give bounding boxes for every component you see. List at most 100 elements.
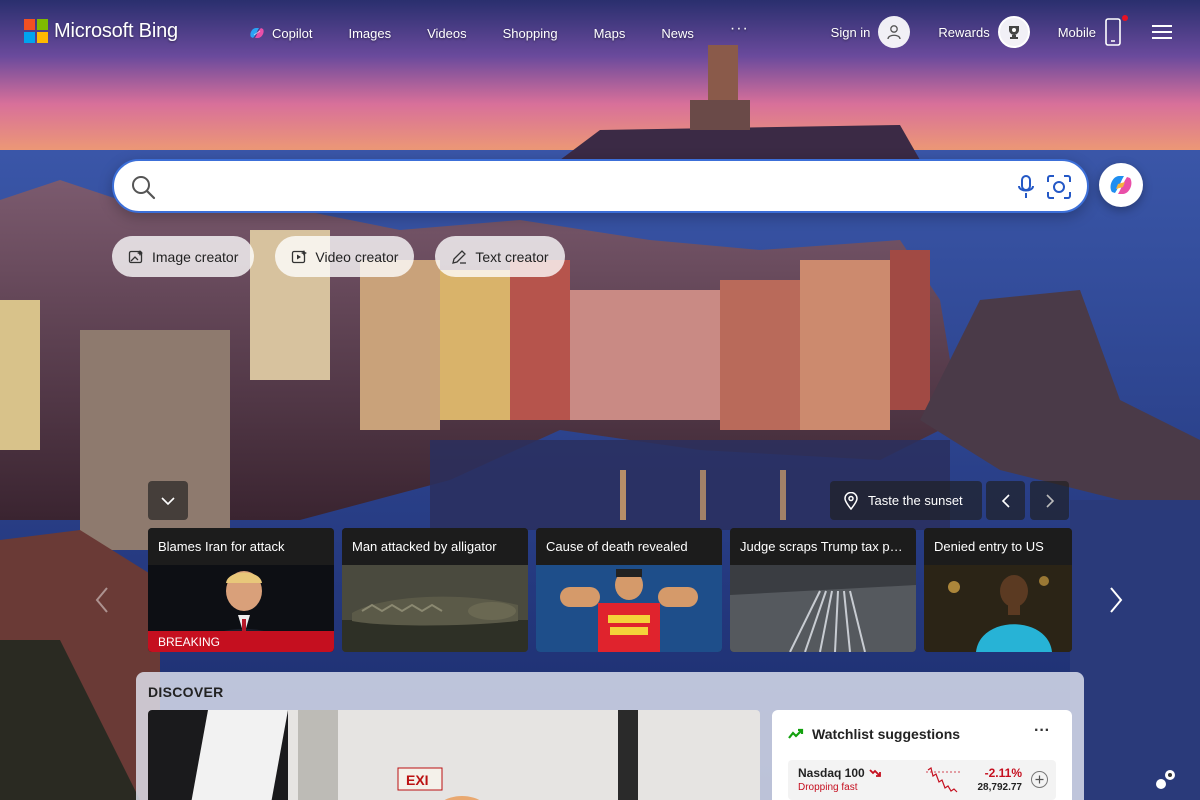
logo-square-blue (24, 32, 35, 43)
discover-hero-image: EXI (148, 710, 760, 800)
top-bar: Microsoft Bing Copilot Images Videos Sho… (0, 0, 1200, 66)
header-actions: Sign in Rewards Mobile (803, 15, 1172, 48)
user-avatar-icon (878, 16, 911, 48)
sign-in-label: Sign in (830, 24, 871, 40)
mobile-button[interactable]: Mobile (1057, 15, 1128, 47)
video-creator-icon (292, 249, 308, 263)
microsoft-logo-icon (24, 19, 48, 43)
stock-sparkline (926, 767, 962, 793)
stock-value: 28,792.77 (977, 782, 1023, 793)
chevron-right-icon (1045, 493, 1054, 508)
nav-shopping[interactable]: Shopping (503, 26, 558, 41)
news-card-image (536, 565, 722, 652)
news-card[interactable]: Blames Iran for attack BREAKING (148, 528, 334, 652)
watchlist-more-button[interactable]: ··· (1034, 722, 1050, 740)
logo-square-red (24, 19, 35, 30)
discover-heading: DISCOVER (148, 684, 224, 700)
watchlist-row[interactable]: Nasdaq 100 Dropping fast -2.11% 28,792.7… (788, 760, 1056, 800)
rewards-label: Rewards (938, 24, 990, 40)
menu-button[interactable] (1152, 24, 1172, 40)
hamburger-menu-icon (1152, 25, 1172, 39)
copilot-logo-icon (1110, 176, 1132, 194)
watchlist-card: Watchlist suggestions ··· Nasdaq 100 Dro… (772, 710, 1072, 800)
bing-logo[interactable]: Microsoft Bing (24, 19, 178, 43)
next-image-button[interactable] (1030, 481, 1069, 520)
news-card[interactable]: Judge scraps Trump tax po... (730, 528, 916, 652)
chevron-left-icon (95, 587, 108, 613)
text-creator-icon (452, 249, 467, 264)
add-to-watchlist-button[interactable] (1031, 771, 1048, 788)
news-card-title: Blames Iran for attack (148, 528, 334, 565)
image-location-label: Taste the sunset (868, 493, 963, 508)
visual-search-icon[interactable] (1045, 173, 1073, 206)
image-creator-icon (128, 249, 143, 263)
nav-copilot[interactable]: Copilot (248, 25, 312, 41)
news-card-image (342, 565, 528, 652)
nav-shopping-label: Shopping (502, 25, 558, 41)
discover-hero-sign: EXI (406, 772, 429, 788)
discover-section: DISCOVER EXI Watchlist suggestions ··· N… (136, 672, 1084, 800)
sign-in-button[interactable]: Sign in (831, 16, 911, 48)
chevron-down-icon (161, 496, 175, 505)
news-next-button[interactable] (1108, 586, 1124, 619)
mobile-phone-icon (1104, 15, 1128, 47)
nav-maps[interactable]: Maps (594, 26, 626, 41)
nav-images-label: Images (348, 25, 392, 41)
discover-hero-card[interactable]: EXI (148, 710, 760, 800)
stock-name: Nasdaq 100 (798, 766, 865, 780)
collapse-feed-button[interactable] (148, 481, 188, 520)
mobile-label: Mobile (1057, 24, 1096, 40)
search-icon[interactable] (130, 174, 156, 205)
nav-images[interactable]: Images (348, 26, 391, 41)
more-dots-icon: ··· (729, 20, 749, 37)
news-card-image (924, 565, 1072, 652)
breaking-badge: BREAKING (148, 631, 334, 652)
video-creator-chip[interactable]: Video creator (275, 236, 415, 277)
nav-news-label: News (661, 25, 694, 41)
news-card[interactable]: Denied entry to US (924, 528, 1072, 652)
news-card-title: Man attacked by alligator (342, 528, 528, 565)
news-card-title: Denied entry to US (924, 528, 1072, 565)
nav-videos[interactable]: Videos (427, 26, 467, 41)
nav-maps-label: Maps (593, 25, 626, 41)
previous-image-button[interactable] (986, 481, 1025, 520)
logo-square-yellow (37, 32, 48, 43)
feedback-button[interactable] (1154, 768, 1178, 797)
news-card[interactable]: Man attacked by alligator (342, 528, 528, 652)
trend-up-icon (788, 728, 804, 739)
creator-chips: Image creator Video creator Text creator (112, 236, 586, 277)
video-creator-label: Video creator (315, 248, 399, 265)
text-creator-chip[interactable]: Text creator (435, 236, 565, 277)
rewards-trophy-icon (997, 16, 1030, 48)
nav-news[interactable]: News (661, 26, 694, 41)
trend-down-icon (869, 769, 881, 777)
image-creator-chip[interactable]: Image creator (112, 236, 255, 277)
copilot-button[interactable] (1099, 163, 1143, 207)
brand-name: Microsoft Bing (54, 19, 178, 42)
news-card-image (730, 565, 916, 652)
notification-dot (1122, 15, 1128, 21)
copilot-icon (250, 28, 264, 38)
rewards-button[interactable]: Rewards (938, 16, 1030, 48)
stock-status: Dropping fast (798, 782, 858, 793)
nav-copilot-label: Copilot (272, 25, 313, 41)
news-card-title: Cause of death revealed (536, 528, 722, 565)
text-creator-label: Text creator (475, 248, 549, 265)
chevron-left-icon (1001, 493, 1010, 508)
main-nav: Copilot Images Videos Shopping Maps News… (248, 20, 785, 41)
search-input[interactable] (168, 169, 1038, 203)
news-card-title: Judge scraps Trump tax po... (730, 528, 916, 565)
nav-more-button[interactable]: ··· (730, 20, 749, 38)
image-location-button[interactable]: Taste the sunset (830, 481, 982, 520)
news-prev-button[interactable] (94, 586, 110, 619)
search-bar (112, 159, 1089, 213)
plus-icon (1035, 775, 1044, 784)
feedback-icon (1156, 770, 1175, 789)
watchlist-header: Watchlist suggestions (788, 726, 960, 742)
location-pin-icon (844, 491, 858, 510)
watchlist-title: Watchlist suggestions (812, 726, 961, 742)
stock-change: -2.11% (984, 766, 1022, 780)
news-card[interactable]: Cause of death revealed (536, 528, 722, 652)
news-carousel: Blames Iran for attack BREAKING Man atta… (148, 528, 1080, 652)
microphone-icon[interactable] (1017, 174, 1035, 205)
